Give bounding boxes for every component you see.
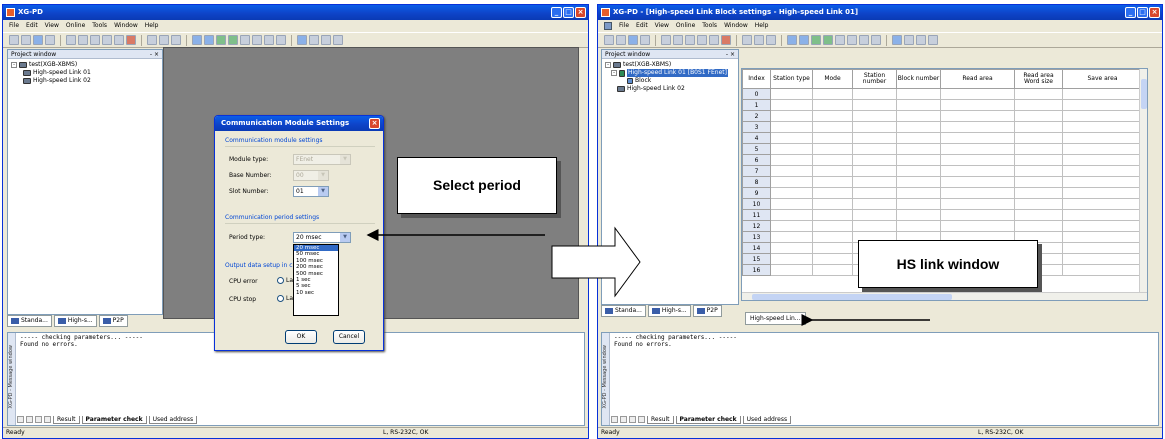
big-arrow-right-icon — [551, 226, 641, 298]
annotation-arrows — [366, 226, 930, 326]
